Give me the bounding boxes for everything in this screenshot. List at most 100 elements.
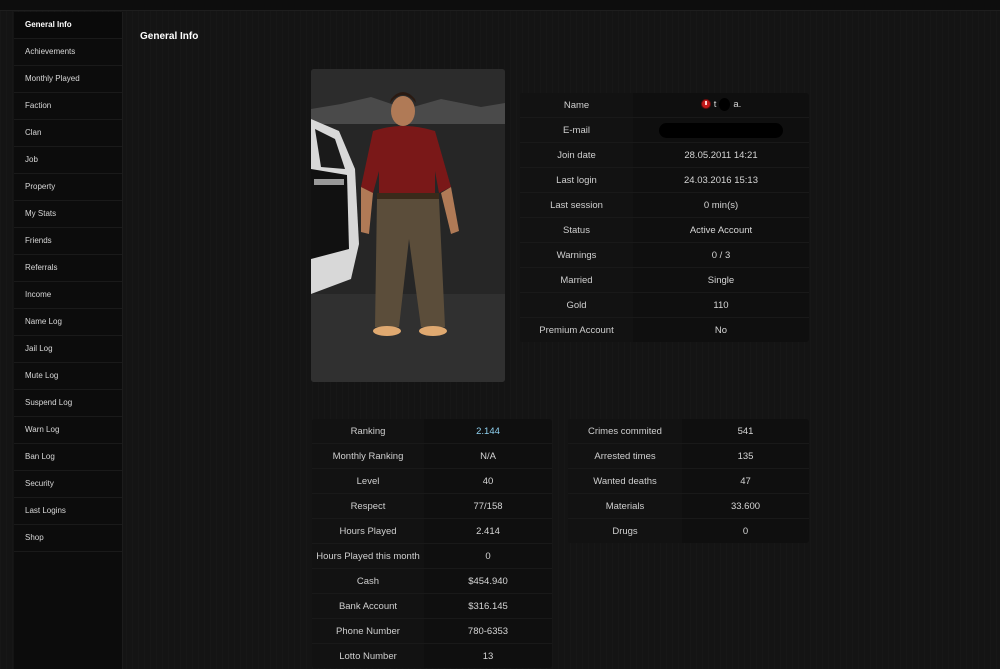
row-value: 135	[682, 443, 809, 469]
row-value: 0	[742, 525, 749, 537]
top-bar	[0, 0, 1000, 11]
table-row: Materials 33.600	[568, 493, 809, 519]
row-label: Level	[312, 468, 424, 494]
row-value: 0 / 3	[633, 242, 809, 268]
row-value: 47	[682, 468, 809, 494]
player-stats-table: Ranking 2.144 Monthly Ranking N/A Level 40 …	[312, 419, 552, 668]
sidebar-item-job[interactable]: Job	[14, 147, 122, 174]
row-value: $316.145	[424, 593, 552, 619]
table-row: Name t a.	[520, 93, 809, 118]
sidebar-item-name-log[interactable]: Name Log	[14, 309, 122, 336]
row-value: 13	[482, 650, 494, 662]
table-row: Cash $454.940	[312, 568, 552, 594]
sidebar-item-my-stats[interactable]: My Stats	[14, 201, 122, 228]
row-label: Phone Number	[312, 618, 424, 644]
table-row: Arrested times 135	[568, 443, 809, 469]
table-row: E-mail	[520, 117, 809, 143]
crime-stats-table: Crimes commited 541 Arrested times 135 Wan…	[568, 419, 809, 543]
row-value: 2.414	[424, 518, 552, 544]
sidebar-item-property[interactable]: Property	[14, 174, 122, 201]
row-label: Arrested times	[568, 443, 682, 469]
table-row: Monthly Ranking N/A	[312, 443, 552, 469]
sidebar-item-income[interactable]: Income	[14, 282, 122, 309]
row-value: 40	[424, 468, 552, 494]
row-value: 541	[682, 419, 809, 444]
row-value: 24.03.2016 15:13	[633, 167, 809, 193]
table-row: Bank Account $316.145	[312, 593, 552, 619]
row-label: Name	[520, 93, 633, 118]
row-label: Monthly Ranking	[312, 443, 424, 469]
table-row: Level 40	[312, 468, 552, 494]
sidebar-item-general-info[interactable]: General Info	[14, 12, 122, 39]
sidebar: General Info Achievements Monthly Played…	[14, 12, 123, 669]
row-value: 780-6353	[424, 618, 552, 644]
sidebar-item-referrals[interactable]: Referrals	[14, 255, 122, 282]
table-row: Premium Account No	[520, 317, 809, 342]
row-label: Join date	[520, 142, 633, 168]
table-row: Wanted deaths 47	[568, 468, 809, 494]
email-value	[633, 117, 809, 143]
ranking-value: 2.144	[424, 419, 552, 444]
sidebar-item-faction[interactable]: Faction	[14, 93, 122, 120]
table-row: Lotto Number 13	[312, 643, 552, 668]
sidebar-item-ban-log[interactable]: Ban Log	[14, 444, 122, 471]
offline-status-icon	[700, 99, 711, 110]
table-row: Gold 110	[520, 292, 809, 318]
redacted-email-mark	[659, 122, 783, 138]
row-label: Wanted deaths	[568, 468, 682, 494]
row-label: E-mail	[520, 117, 633, 143]
table-row: Phone Number 780-6353	[312, 618, 552, 644]
row-label: Gold	[520, 292, 633, 318]
redacted-name-mark	[719, 97, 731, 111]
table-row: Respect 77/158	[312, 493, 552, 519]
row-label: Warnings	[520, 242, 633, 268]
sidebar-item-security[interactable]: Security	[14, 471, 122, 498]
row-value: Active Account	[633, 217, 809, 243]
row-value: 28.05.2011 14:21	[633, 142, 809, 168]
row-label: Last session	[520, 192, 633, 218]
sidebar-item-shop[interactable]: Shop	[14, 525, 122, 552]
table-row: Married Single	[520, 267, 809, 293]
table-row: Hours Played 2.414	[312, 518, 552, 544]
player-name: t a.	[633, 93, 809, 118]
sidebar-item-suspend-log[interactable]: Suspend Log	[14, 390, 122, 417]
row-label: Lotto Number	[312, 643, 424, 668]
row-value: 77/158	[424, 493, 552, 519]
row-label: Materials	[568, 493, 682, 519]
row-label: Drugs	[568, 518, 682, 543]
sidebar-item-warn-log[interactable]: Warn Log	[14, 417, 122, 444]
table-row: Drugs 0	[568, 518, 809, 543]
row-label: Last login	[520, 167, 633, 193]
row-label: Status	[520, 217, 633, 243]
row-value: 0	[424, 543, 552, 569]
row-label: Bank Account	[312, 593, 424, 619]
sidebar-item-last-logins[interactable]: Last Logins	[14, 498, 122, 525]
sidebar-item-achievements[interactable]: Achievements	[14, 39, 122, 66]
table-row: Status Active Account	[520, 217, 809, 243]
table-row: Hours Played this month 0	[312, 543, 552, 569]
page-title: General Info	[140, 31, 199, 42]
profile-info-table: Name t a. E-mail Join date 28.05.2011 14:…	[520, 93, 809, 342]
row-value: Single	[633, 267, 809, 293]
row-label: Hours Played this month	[312, 543, 424, 569]
row-label: Cash	[312, 568, 424, 594]
sidebar-item-clan[interactable]: Clan	[14, 120, 122, 147]
sidebar-item-friends[interactable]: Friends	[14, 228, 122, 255]
row-value: No	[714, 324, 728, 336]
table-row: Join date 28.05.2011 14:21	[520, 142, 809, 168]
row-value: 0 min(s)	[633, 192, 809, 218]
table-row: Last login 24.03.2016 15:13	[520, 167, 809, 193]
row-value: N/A	[424, 443, 552, 469]
row-value: $454.940	[424, 568, 552, 594]
row-label: Married	[520, 267, 633, 293]
row-value: 110	[633, 292, 809, 318]
row-label: Respect	[312, 493, 424, 519]
sidebar-item-mute-log[interactable]: Mute Log	[14, 363, 122, 390]
row-label: Crimes commited	[568, 419, 682, 444]
character-skin-image	[311, 69, 505, 382]
table-row: Warnings 0 / 3	[520, 242, 809, 268]
table-row: Crimes commited 541	[568, 419, 809, 444]
row-label: Ranking	[312, 419, 424, 444]
sidebar-item-jail-log[interactable]: Jail Log	[14, 336, 122, 363]
sidebar-item-monthly-played[interactable]: Monthly Played	[14, 66, 122, 93]
